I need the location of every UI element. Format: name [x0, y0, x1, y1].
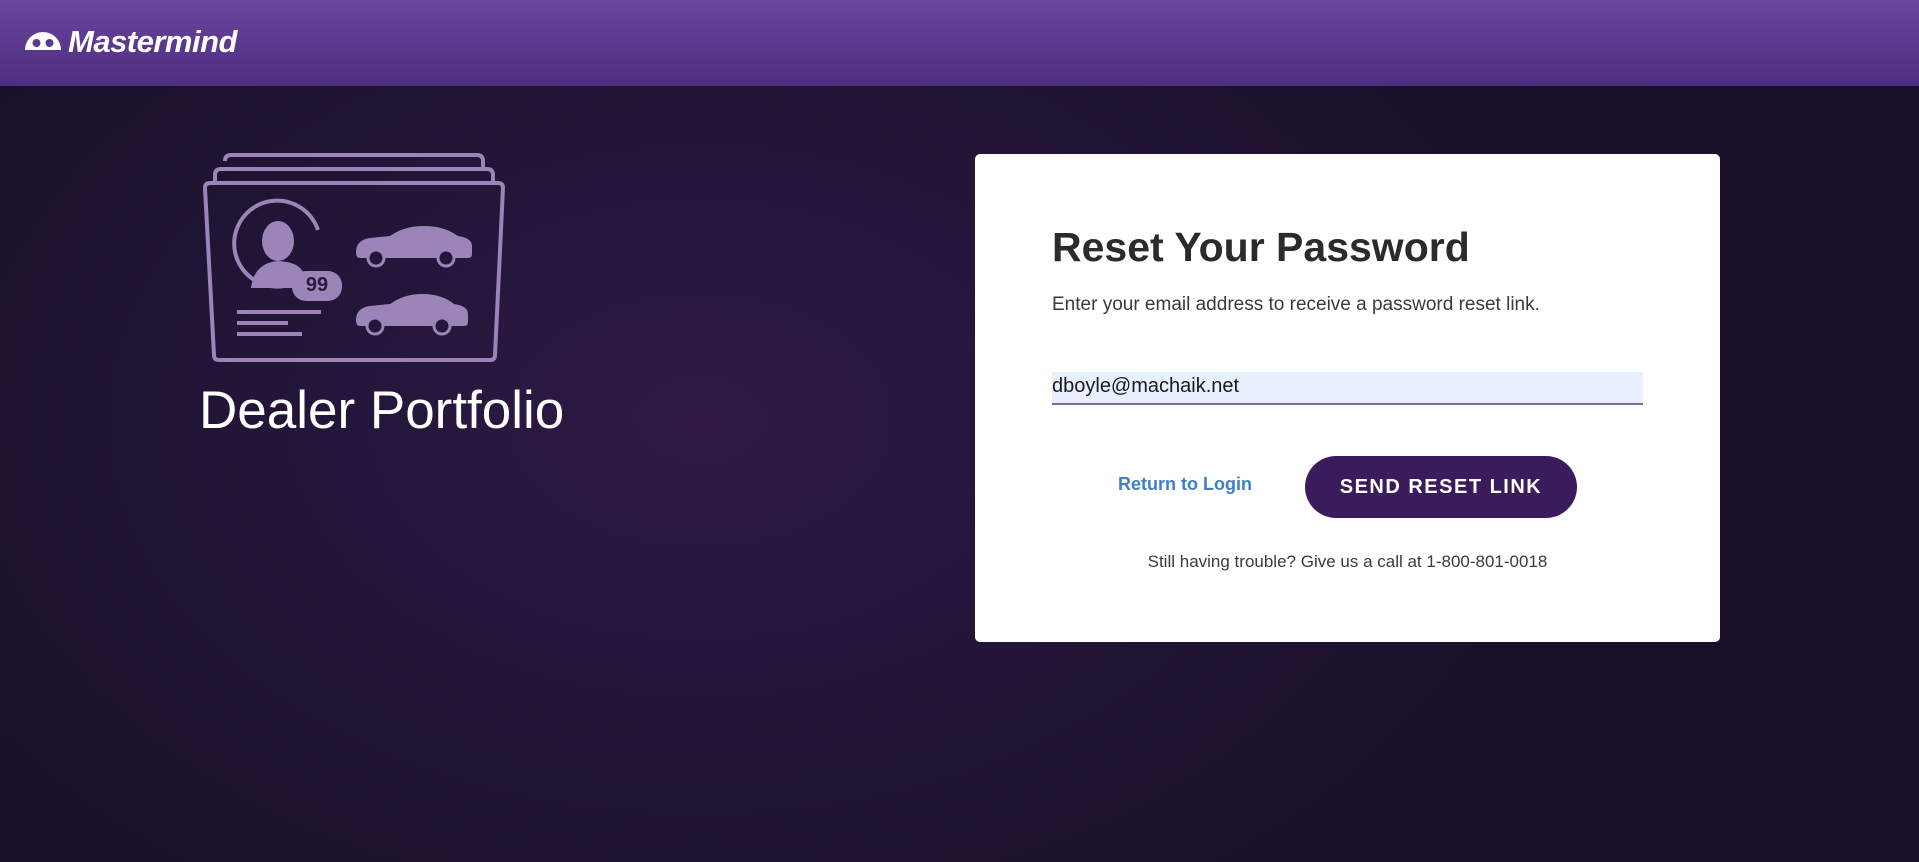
send-reset-link-button[interactable]: SEND RESET LINK — [1305, 456, 1577, 518]
card-subtitle: Enter your email address to receive a pa… — [1052, 294, 1540, 315]
product-title: Dealer Portfolio — [199, 381, 565, 440]
help-text: Still having trouble? Give us a call at … — [1147, 552, 1548, 571]
badge-number: 99 — [305, 274, 329, 296]
email-field[interactable] — [1052, 372, 1643, 405]
return-to-login-link[interactable]: Return to Login — [1118, 474, 1252, 495]
brand-name: Mastermind — [68, 24, 237, 59]
card-title: Reset Your Password — [1052, 224, 1470, 270]
dealer-portfolio-icon: 99 — [198, 150, 508, 365]
mastermind-logo-icon — [24, 28, 62, 57]
top-bar: Mastermind — [0, 0, 1919, 86]
brand-logo[interactable]: Mastermind — [24, 22, 237, 62]
reset-password-card: Reset Your Password Enter your email add… — [975, 154, 1720, 642]
